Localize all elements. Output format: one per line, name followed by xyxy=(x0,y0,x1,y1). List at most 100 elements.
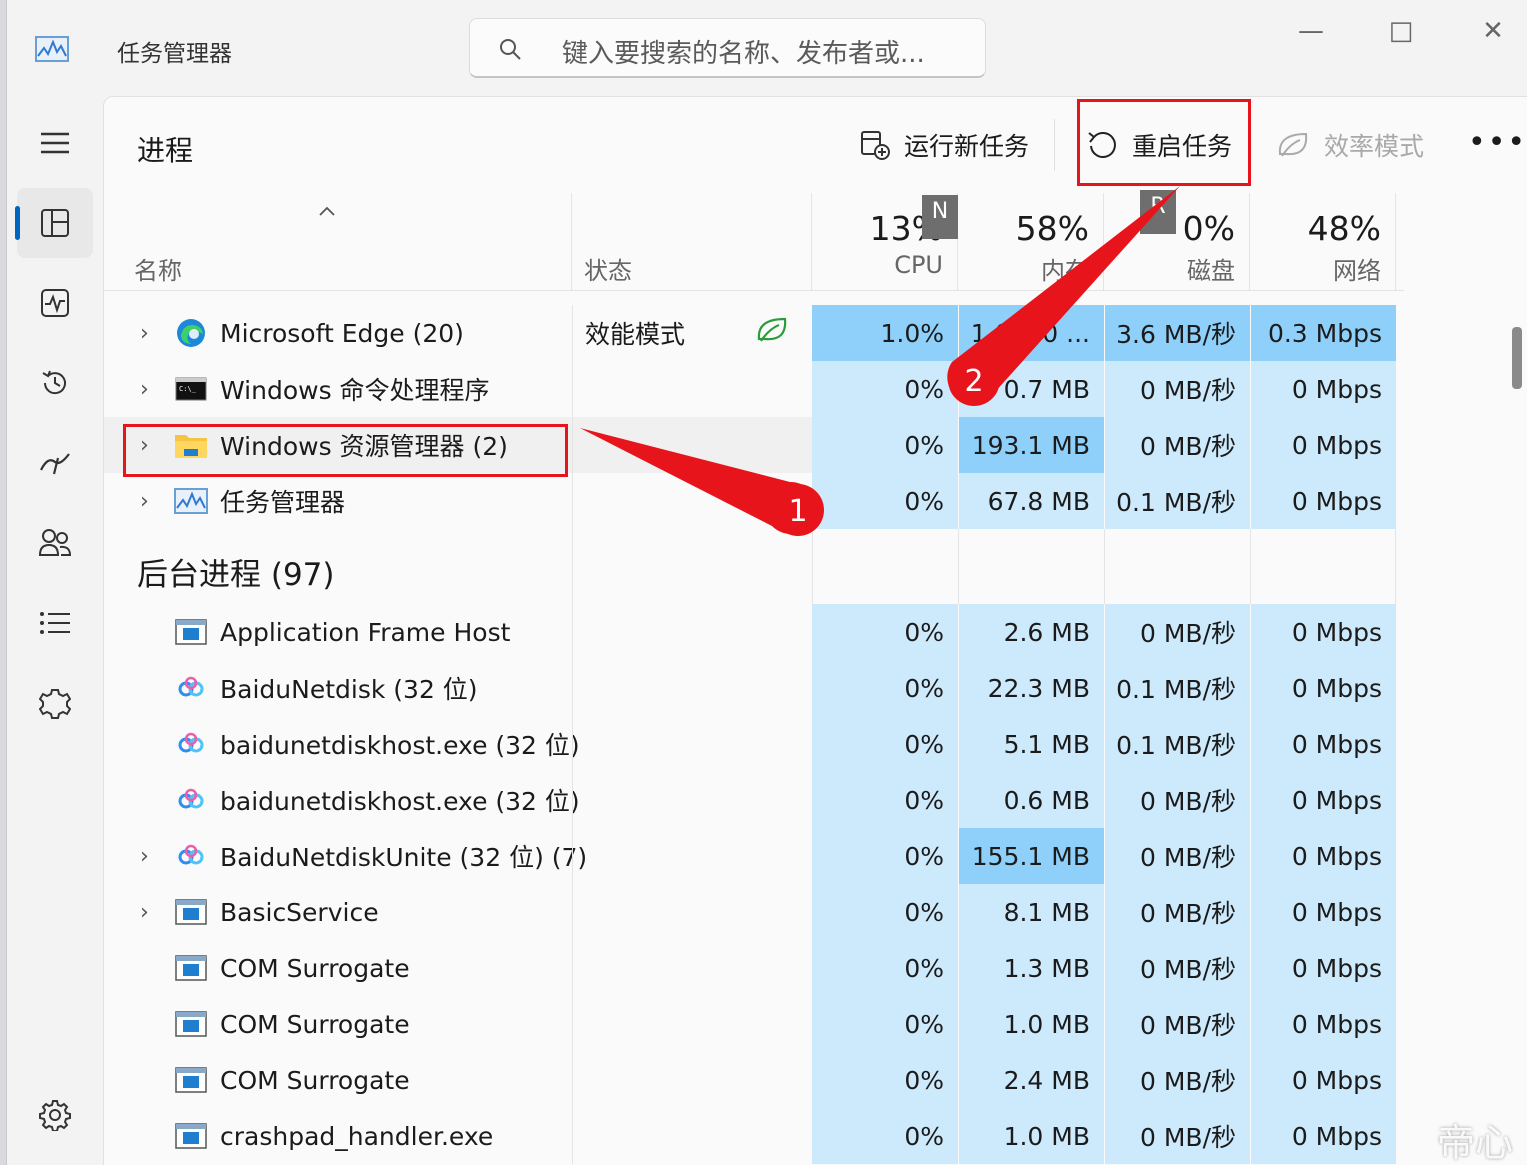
memory-cell: 2.4 MB xyxy=(958,1052,1104,1108)
chevron-right-icon[interactable]: › xyxy=(140,321,149,346)
process-status-cell xyxy=(572,772,812,828)
table-row[interactable]: › C:\_ Windows 命令处理程序 0% 0.7 MB 0 MB/秒 0… xyxy=(104,361,1404,417)
sidebar-item-processes[interactable] xyxy=(15,188,93,258)
startup-icon xyxy=(40,453,70,475)
network-cell: 0.3 Mbps xyxy=(1250,305,1396,361)
column-header-name[interactable]: 名称 xyxy=(104,193,572,291)
process-name: baidunetdiskhost.exe (32 位) xyxy=(220,731,580,760)
hamburger-menu-button[interactable] xyxy=(17,108,93,178)
disk-cell: 0 MB/秒 xyxy=(1104,1108,1250,1164)
table-row[interactable]: › Microsoft Edge (20) 效能模式 1.0% 1,0... 0… xyxy=(104,305,1404,361)
column-header-disk[interactable]: 0% 磁盘 xyxy=(1104,193,1250,291)
table-row[interactable]: › 任务管理器 0% 67.8 MB 0.1 MB/秒 0 Mbps xyxy=(104,473,1404,529)
sidebar-item-app-history[interactable] xyxy=(17,348,93,418)
column-header-status[interactable]: 状态 xyxy=(572,193,812,291)
disk-cell: 0 MB/秒 xyxy=(1104,1052,1250,1108)
process-name: baidunetdiskhost.exe (32 位) xyxy=(220,787,580,816)
vertical-scrollbar[interactable] xyxy=(1512,327,1522,389)
process-name: BasicService xyxy=(220,897,379,927)
sidebar-item-services[interactable] xyxy=(17,668,93,738)
memory-cell: 0.6 MB xyxy=(958,772,1104,828)
process-name-cell: BaiduNetdisk (32 位) xyxy=(104,660,572,716)
process-name-cell: COM Surrogate xyxy=(104,996,572,1052)
cpu-cell: 1.0% xyxy=(812,305,958,361)
run-new-task-button[interactable]: 运行新任务 xyxy=(860,127,1029,163)
efficiency-mode-label: 效率模式 xyxy=(1324,132,1425,161)
watermark-text: 帝心 xyxy=(1437,1121,1514,1165)
overlay-badge-n: N xyxy=(922,195,958,239)
process-name-cell: baidunetdiskhost.exe (32 位) xyxy=(104,716,580,772)
table-row[interactable]: COM Surrogate 0% 2.4 MB 0 MB/秒 0 Mbps xyxy=(104,1052,1404,1108)
sidebar-item-startup-apps[interactable] xyxy=(17,428,93,498)
network-cell: 0 Mbps xyxy=(1250,660,1396,716)
process-status-cell xyxy=(572,828,812,884)
close-button[interactable]: ✕ xyxy=(1473,14,1513,48)
sidebar-item-details[interactable] xyxy=(17,588,93,658)
column-header-network[interactable]: 48% 网络 xyxy=(1250,193,1396,291)
search-box[interactable]: 键入要搜索的名称、发布者或... xyxy=(469,18,986,78)
network-cell: 0 Mbps xyxy=(1250,940,1396,996)
table-row[interactable]: crashpad_handler.exe 0% 1.0 MB 0 MB/秒 0 Mbps xyxy=(104,1108,1404,1164)
process-status-cell xyxy=(572,361,812,417)
cpu-cell: 0% xyxy=(812,996,958,1052)
column-header-memory[interactable]: 58% 内存 xyxy=(958,193,1104,291)
sidebar-item-settings[interactable] xyxy=(17,1080,93,1150)
table-row[interactable]: baidunetdiskhost.exe (32 位) 0% 5.1 MB 0.1 M… xyxy=(104,716,1404,772)
table-row[interactable]: Application Frame Host 0% 2.6 MB 0 MB/秒 0 Mb… xyxy=(104,604,1404,660)
sidebar-item-users[interactable] xyxy=(17,508,93,578)
network-cell: 0 Mbps xyxy=(1250,417,1396,473)
background-process-list: Application Frame Host 0% 2.6 MB 0 MB/秒 0 Mb… xyxy=(104,604,1404,1164)
table-row[interactable]: COM Surrogate 0% 1.0 MB 0 MB/秒 0 Mbps xyxy=(104,996,1404,1052)
process-name-cell: › 任务管理器 xyxy=(104,473,572,529)
table-row[interactable]: › BasicService 0% 8.1 MB 0 MB/秒 0 Mbps xyxy=(104,884,1404,940)
memory-cell: 1,0... 0 ... xyxy=(958,305,1104,361)
process-status-cell xyxy=(572,660,812,716)
sidebar-item-performance[interactable] xyxy=(17,268,93,338)
minimize-button[interactable]: — xyxy=(1291,14,1331,48)
header-divider xyxy=(104,290,1404,291)
efficiency-mode-button[interactable]: 效率模式 xyxy=(1276,127,1424,163)
process-name-cell: › BaiduNetdiskUnite (32 位) (7) xyxy=(104,828,587,884)
memory-cell: 0.7 MB xyxy=(958,361,1104,417)
table-row[interactable]: COM Surrogate 0% 1.3 MB 0 MB/秒 0 Mbps xyxy=(104,940,1404,996)
memory-cell: 8.1 MB xyxy=(958,884,1104,940)
table-row[interactable]: baidunetdiskhost.exe (32 位) 0% 0.6 MB 0 MB/… xyxy=(104,772,1404,828)
taskmgr-icon xyxy=(174,484,208,518)
process-status-cell xyxy=(572,604,812,660)
process-name: BaiduNetdiskUnite (32 位) (7) xyxy=(220,843,588,872)
active-indicator xyxy=(15,206,20,240)
memory-cell: 67.8 MB xyxy=(958,473,1104,529)
network-cell: 0 Mbps xyxy=(1250,716,1396,772)
process-status-cell xyxy=(572,1052,812,1108)
column-label-cpu: CPU xyxy=(894,251,943,279)
annotation-box-explorer xyxy=(123,424,568,477)
process-name: COM Surrogate xyxy=(220,1009,410,1039)
disk-cell: 0.1 MB/秒 xyxy=(1104,660,1250,716)
table-row[interactable]: BaiduNetdisk (32 位) 0% 22.3 MB 0.1 MB/秒 0 Mb… xyxy=(104,660,1404,716)
cpu-cell: 0% xyxy=(812,716,958,772)
process-status-cell: 效能模式 xyxy=(572,305,812,361)
task-manager-app-icon xyxy=(35,36,69,62)
table-row[interactable]: › BaiduNetdiskUnite (32 位) (7) 0% 155.1 MB 0… xyxy=(104,828,1404,884)
performance-icon xyxy=(41,289,69,317)
chevron-right-icon[interactable]: › xyxy=(140,900,149,925)
chevron-right-icon[interactable]: › xyxy=(140,844,149,869)
process-name: Windows 命令处理程序 xyxy=(220,376,490,405)
baidu-icon xyxy=(174,839,208,873)
sort-ascending-icon xyxy=(319,206,335,216)
cpu-cell: 0% xyxy=(812,604,958,660)
memory-cell: 1.3 MB xyxy=(958,940,1104,996)
column-label-name: 名称 xyxy=(134,257,182,285)
memory-cell: 155.1 MB xyxy=(958,828,1104,884)
run-new-task-icon xyxy=(861,131,890,160)
chevron-right-icon[interactable]: › xyxy=(140,489,149,514)
chevron-right-icon[interactable]: › xyxy=(140,377,149,402)
cpu-cell: 0% xyxy=(812,1052,958,1108)
network-cell: 0 Mbps xyxy=(1250,1052,1396,1108)
process-name: Microsoft Edge (20) xyxy=(220,318,464,348)
more-options-button[interactable]: ••• xyxy=(1468,125,1527,160)
disk-cell: 0.1 MB/秒 xyxy=(1104,716,1250,772)
disk-cell: 0 MB/秒 xyxy=(1104,996,1250,1052)
maximize-button[interactable]: □ xyxy=(1381,14,1421,48)
cpu-cell: 0% xyxy=(812,473,958,529)
